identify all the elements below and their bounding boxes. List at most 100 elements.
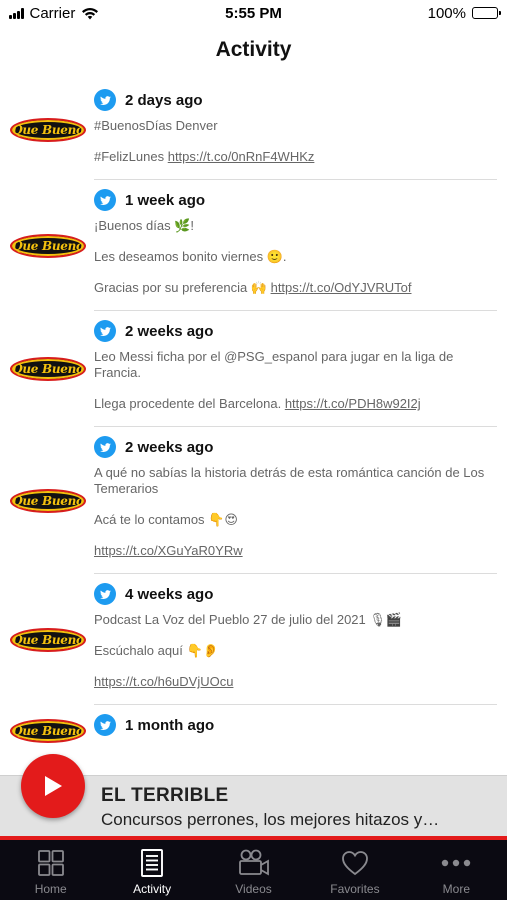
station-logo: Que Bueno (10, 233, 86, 258)
activity-text: Les deseamos bonito viernes 🙂. (94, 249, 497, 265)
twitter-icon (94, 714, 116, 736)
activity-text: Escúchalo aquí 👇👂 (94, 643, 497, 659)
player-show-title: EL TERRIBLE (101, 785, 229, 806)
station-logo-wrap: Que Bueno (10, 80, 86, 180)
status-bar: Carrier 5:55 PM 100% (0, 0, 507, 26)
activity-text-content: #BuenosDías Denver (94, 118, 218, 133)
tab-label: Videos (235, 882, 272, 896)
station-logo-wrap: Que Bueno (10, 574, 86, 705)
wifi-icon (82, 7, 99, 19)
play-button[interactable] (21, 754, 85, 818)
activity-link[interactable]: https://t.co/PDH8w92I2j (285, 396, 421, 411)
activity-time: 2 days ago (125, 91, 203, 109)
activity-text: Leo Messi ficha por el @PSG_espanol para… (94, 349, 497, 381)
player-show-subtitle: Concursos perrones, los mejores hitazos … (101, 810, 440, 829)
activity-text-content: #FelizLunes (94, 149, 168, 164)
activity-item[interactable]: Que Bueno 4 weeks ago Podcast La Voz del P… (0, 574, 507, 705)
activity-link[interactable]: https://t.co/0nRnF4WHKz (168, 149, 315, 164)
station-logo: Que Bueno (10, 118, 86, 142)
activity-item[interactable]: Que Bueno 2 days ago #BuenosDías Denver #Fe… (0, 80, 507, 180)
activity-item-body: 4 weeks ago Podcast La Voz del Pueblo 27 … (94, 574, 497, 705)
activity-text-content: Acá te lo contamos 👇😍 (94, 512, 238, 527)
activity-item[interactable]: Que Bueno 1 week ago ¡Buenos días 🌿! Les de… (0, 180, 507, 311)
tab-activity[interactable]: Activity (101, 840, 202, 900)
activity-text: Llega procedente del Barcelona. https://… (94, 396, 497, 412)
activity-item-header: 2 days ago (94, 88, 497, 112)
activity-item-body: 1 month ago (94, 705, 497, 757)
more-dots-icon (439, 848, 473, 878)
grid-icon (36, 848, 66, 878)
activity-link[interactable]: https://t.co/h6uDVjUOcu (94, 674, 233, 689)
station-logo: Que Bueno (10, 719, 86, 743)
battery-icon (472, 7, 501, 19)
tab-bar: Home Activity Videos Favorites More (0, 840, 507, 900)
activity-text-content: Escúchalo aquí 👇👂 (94, 643, 219, 658)
activity-text: https://t.co/h6uDVjUOcu (94, 674, 497, 690)
activity-link[interactable]: https://t.co/OdYJVRUTof (271, 280, 412, 295)
activity-text-content: Leo Messi ficha por el @PSG_espanol para… (94, 349, 454, 380)
activity-text-content: Gracias por su preferencia 🙌 (94, 280, 271, 295)
activity-text-content: Llega procedente del Barcelona. (94, 396, 285, 411)
page-title: Activity (215, 38, 292, 61)
activity-text: Gracias por su preferencia 🙌 https://t.c… (94, 280, 497, 296)
activity-item-body: 1 week ago ¡Buenos días 🌿! Les deseamos bo… (94, 180, 497, 311)
activity-text: #FelizLunes https://t.co/0nRnF4WHKz (94, 149, 497, 165)
station-logo-wrap: Que Bueno (10, 427, 86, 574)
tab-label: More (442, 882, 470, 896)
station-logo-wrap: Que Bueno (10, 180, 86, 311)
tab-more[interactable]: More (406, 840, 507, 900)
station-logo-wrap: Que Bueno (10, 705, 86, 757)
activity-time: 1 month ago (125, 716, 215, 734)
twitter-icon (94, 89, 116, 111)
activity-item[interactable]: Que Bueno 2 weeks ago A qué no sabías la h… (0, 427, 507, 574)
cellular-signal-icon (9, 7, 24, 19)
activity-link[interactable]: https://t.co/XGuYaR0YRw (94, 543, 243, 558)
activity-text: Acá te lo contamos 👇😍 (94, 512, 497, 528)
status-left: Carrier (9, 5, 99, 22)
status-right: 100% (427, 4, 501, 22)
mini-player[interactable]: EL TERRIBLE Concursos perrones, los mejo… (0, 754, 507, 836)
activity-time: 4 weeks ago (125, 585, 214, 603)
twitter-icon (94, 436, 116, 458)
activity-time: 1 week ago (125, 191, 206, 209)
station-logo: Que Bueno (10, 627, 86, 652)
activity-item-body: 2 weeks ago A qué no sabías la historia d… (94, 427, 497, 574)
activity-text: Podcast La Voz del Pueblo 27 de julio de… (94, 612, 497, 628)
activity-text-content: Les deseamos bonito viernes 🙂. (94, 249, 287, 264)
activity-text: #BuenosDías Denver (94, 118, 497, 134)
twitter-icon (94, 189, 116, 211)
activity-time: 2 weeks ago (125, 438, 214, 456)
station-logo: Que Bueno (10, 488, 86, 513)
play-icon (45, 776, 62, 796)
video-camera-icon (237, 848, 271, 878)
activity-text: A qué no sabías la historia detrás de es… (94, 465, 497, 497)
heart-icon (340, 848, 370, 878)
twitter-icon (94, 320, 116, 342)
tab-favorites[interactable]: Favorites (304, 840, 405, 900)
twitter-icon (94, 583, 116, 605)
activity-item-body: 2 days ago #BuenosDías Denver #FelizLunes … (94, 80, 497, 180)
activity-feed[interactable]: Que Bueno 2 days ago #BuenosDías Denver #Fe… (0, 80, 507, 775)
activity-item-header: 1 week ago (94, 188, 497, 212)
battery-percent: 100% (427, 4, 466, 22)
activity-item-header: 2 weeks ago (94, 319, 497, 343)
activity-text-content: ¡Buenos días 🌿! (94, 218, 195, 233)
tab-label: Favorites (330, 882, 380, 896)
activity-item[interactable]: Que Bueno 1 month ago (0, 705, 507, 757)
document-icon (137, 848, 167, 878)
activity-item-header: 4 weeks ago (94, 582, 497, 606)
activity-text-content: Podcast La Voz del Pueblo 27 de julio de… (94, 612, 403, 627)
activity-text: ¡Buenos días 🌿! (94, 218, 497, 234)
activity-text: https://t.co/XGuYaR0YRw (94, 543, 497, 559)
station-logo: Que Bueno (10, 357, 86, 381)
carrier-label: Carrier (29, 4, 76, 22)
activity-item-body: 2 weeks ago Leo Messi ficha por el @PSG_e… (94, 311, 497, 427)
activity-item-header: 1 month ago (94, 713, 497, 737)
activity-time: 2 weeks ago (125, 322, 214, 340)
tab-home[interactable]: Home (0, 840, 101, 900)
station-logo-wrap: Que Bueno (10, 311, 86, 427)
tab-label: Activity (133, 882, 172, 896)
tab-videos[interactable]: Videos (203, 840, 304, 900)
activity-text-content: A qué no sabías la historia detrás de es… (94, 465, 485, 496)
activity-item[interactable]: Que Bueno 2 weeks ago Leo Messi ficha por … (0, 311, 507, 427)
